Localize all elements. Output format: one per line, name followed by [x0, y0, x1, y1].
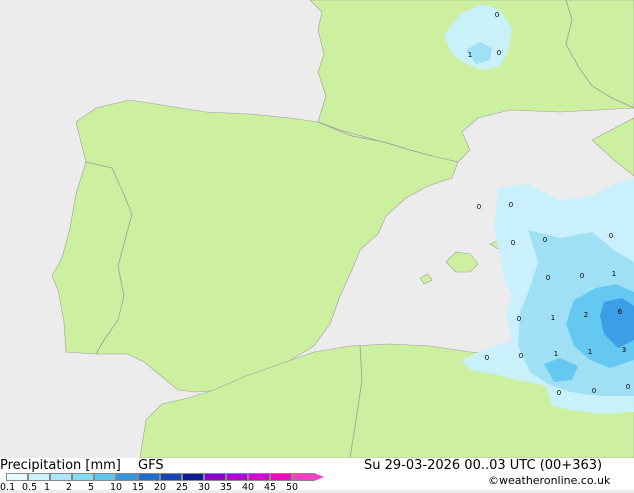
- precipitation-map: 01000000001012600113000: [0, 0, 634, 459]
- map-value-label: 0: [477, 203, 481, 211]
- map-value-label: 0: [592, 387, 596, 395]
- colorbar-swatch: [248, 473, 270, 481]
- map-value-label: 3: [622, 346, 626, 354]
- colorbar-swatch: [182, 473, 204, 481]
- colorbar-swatch: [270, 473, 292, 481]
- map-value-label: 0: [626, 383, 630, 391]
- map-value-label: 1: [554, 350, 558, 358]
- chart-title: Precipitation [mm]: [0, 458, 121, 473]
- colorbar-tick-label: 0.5: [22, 482, 38, 493]
- colorbar-tick-label: 20: [154, 482, 167, 493]
- map-value-label: 0: [497, 49, 501, 57]
- map-value-label: 0: [519, 352, 523, 360]
- colorbar-tick-label: 10: [110, 482, 123, 493]
- colorbar-tick-label: 25: [176, 482, 189, 493]
- map-value-label: 1: [551, 314, 555, 322]
- map-value-label: 1: [588, 348, 592, 356]
- map-value-label: 2: [584, 311, 588, 319]
- colorbar-swatch: [6, 473, 28, 481]
- credit-text: ©weatheronline.co.uk: [488, 474, 611, 487]
- map-value-label: 1: [468, 51, 472, 59]
- map-value-label: 0: [609, 232, 613, 240]
- colorbar-swatch: [160, 473, 182, 481]
- colorbar-tick-label: 35: [220, 482, 233, 493]
- colorbar-swatch: [226, 473, 248, 481]
- map-value-label: 0: [543, 236, 547, 244]
- map-value-label: 0: [557, 389, 561, 397]
- colorbar-swatch: [72, 473, 94, 481]
- colorbar-tick-label: 0.1: [0, 482, 16, 493]
- colorbar-tick-label: 40: [242, 482, 255, 493]
- map-value-label: 0: [511, 239, 515, 247]
- colorbar-tick-label: 5: [88, 482, 95, 493]
- colorbar-tick-label: 1: [44, 482, 51, 493]
- model-name: GFS: [138, 458, 164, 473]
- colorbar-swatch: [116, 473, 138, 481]
- datetime-label: Su 29-03-2026 00..03 UTC (00+363): [364, 458, 603, 473]
- colorbar-tick-label: 2: [66, 482, 73, 493]
- map-value-label: 0: [546, 274, 550, 282]
- colorbar-swatch: [28, 473, 50, 481]
- map-canvas: 01 00 00 00 0010 1 2 60 0 1 1 30 0 0: [0, 0, 634, 459]
- colorbar-swatch: [138, 473, 160, 481]
- colorbar-tick-label: 50: [286, 482, 299, 493]
- colorbar-swatch: [292, 473, 314, 481]
- map-value-label: 1: [612, 270, 616, 278]
- map-value-label: 0: [485, 354, 489, 362]
- colorbar-tick-label: 15: [132, 482, 145, 493]
- map-value-label: 6: [618, 308, 623, 316]
- colorbar-tick-label: 30: [198, 482, 211, 493]
- footer-bar: Precipitation [mm] GFS Su 29-03-2026 00.…: [0, 458, 634, 493]
- map-value-label: 0: [517, 315, 521, 323]
- colorbar-swatch: [94, 473, 116, 481]
- colorbar-swatch: [50, 473, 72, 481]
- colorbar-arrow: [314, 473, 324, 481]
- map-value-label: 0: [580, 272, 584, 280]
- colorbar-tick-label: 45: [264, 482, 277, 493]
- map-value-label: 0: [509, 201, 513, 209]
- colorbar-swatch: [204, 473, 226, 481]
- map-value-label: 0: [495, 11, 499, 19]
